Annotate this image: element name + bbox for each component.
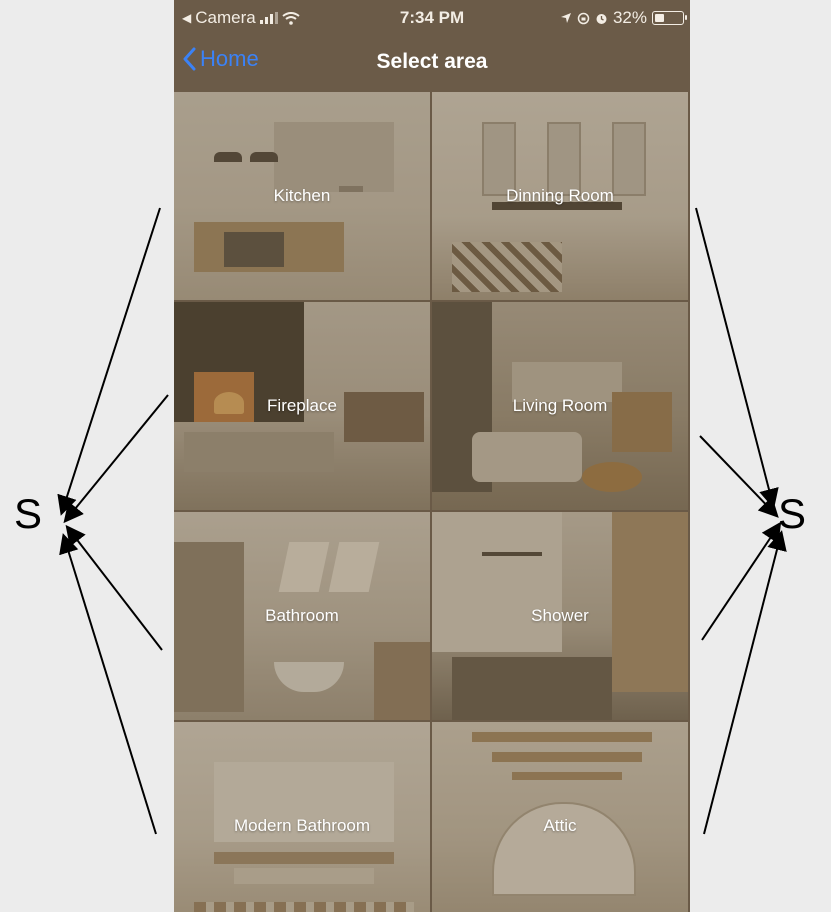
arrow-right-1: [695, 207, 779, 509]
navigation-bar: Home Select area: [174, 36, 690, 92]
arrow-right-4: [703, 530, 787, 835]
area-tile-shower[interactable]: Shower: [432, 512, 688, 720]
arrow-right-2: [699, 435, 779, 518]
arrow-left-4: [59, 533, 157, 835]
area-tile-label: Fireplace: [267, 396, 337, 415]
area-tile-label: Kitchen: [273, 186, 331, 205]
area-tile-label: Living Room: [512, 396, 608, 415]
area-tile-fireplace[interactable]: Fireplace: [174, 302, 430, 510]
page-title: Select area: [376, 50, 488, 73]
area-tile-dinning-room[interactable]: Dinning Room: [432, 92, 688, 300]
arrow-left-2: [63, 394, 169, 524]
area-tile-living-room[interactable]: Living Room: [432, 302, 688, 510]
battery-percent: 32%: [612, 8, 647, 27]
alarm-icon: [596, 13, 607, 24]
rotation-lock-icon: [577, 12, 590, 24]
phone-screen: ◀ Camera 7:34 PM 32% Home Select area Ki…: [174, 0, 690, 912]
annotation-label-right: S: [778, 490, 807, 537]
area-tile-attic[interactable]: Attic: [432, 722, 688, 912]
area-grid: Kitchen Dinning Room Fireplace Living Ro…: [174, 92, 690, 912]
arrow-left-1: [57, 207, 161, 516]
status-bar: ◀ Camera 7:34 PM 32%: [174, 0, 690, 36]
area-tile-label: Attic: [543, 816, 577, 835]
location-icon: [560, 13, 571, 23]
area-tile-kitchen[interactable]: Kitchen: [174, 92, 430, 300]
annotation-label-left: S: [14, 490, 43, 537]
arrow-left-3: [65, 524, 163, 651]
area-tile-label: Modern Bathroom: [233, 816, 371, 835]
area-tile-label: Shower: [531, 606, 589, 625]
area-tile-bathroom[interactable]: Bathroom: [174, 512, 430, 720]
area-tile-modern-bathroom[interactable]: Modern Bathroom: [174, 722, 430, 912]
battery-icon: [652, 11, 687, 25]
area-tile-label: Dinning Room: [506, 186, 614, 205]
arrow-right-3: [701, 521, 782, 641]
area-tile-label: Bathroom: [265, 606, 339, 625]
